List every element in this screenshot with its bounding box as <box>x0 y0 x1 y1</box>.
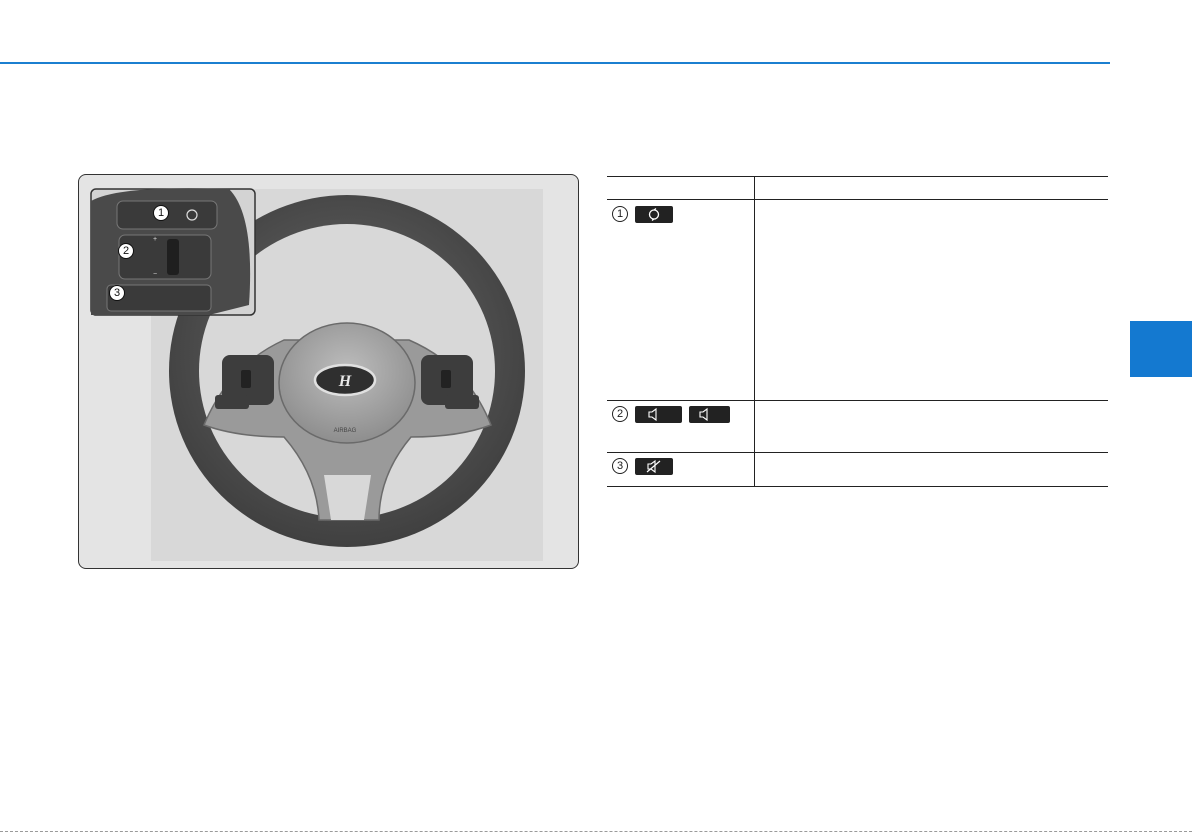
table-row-rule <box>607 400 1108 401</box>
table-row-rule <box>607 452 1108 453</box>
row-number: 3 <box>612 458 628 474</box>
left-volume-roller <box>241 370 251 388</box>
mode-icon <box>635 206 673 223</box>
row-number: 2 <box>612 406 628 422</box>
footer-rule <box>0 831 1192 832</box>
volume-up-icon <box>635 406 682 423</box>
table-column-rule <box>754 176 755 487</box>
logo-letter: H <box>338 373 352 390</box>
callout-3: 3 <box>109 285 125 301</box>
table-bottom-rule <box>607 486 1108 487</box>
inset-volume-plus: + <box>153 236 157 243</box>
header-rule <box>0 62 1110 64</box>
right-lower-keys <box>445 395 479 409</box>
volume-down-icon <box>689 406 730 423</box>
inset-volume-key <box>118 234 212 280</box>
callout-2: 2 <box>118 243 134 259</box>
row-number: 1 <box>612 206 628 222</box>
callout-1: 1 <box>153 205 169 221</box>
table-header-rule <box>607 199 1108 200</box>
steering-wheel-drawing: H AIRBAG + − <box>90 188 543 561</box>
left-mute-key <box>215 395 249 409</box>
lower-spoke-gap <box>324 475 371 520</box>
chapter-tab <box>1130 321 1192 377</box>
mute-icon <box>635 458 673 475</box>
steering-wheel-figure: H AIRBAG + − 1 2 3 <box>78 174 579 569</box>
table-top-rule <box>607 176 1108 177</box>
controls-table: 1 2 3 <box>607 176 1108 487</box>
inset-volume-roller <box>167 239 179 275</box>
inset-volume-minus: − <box>153 271 157 278</box>
right-roller <box>441 370 451 388</box>
airbag-label: AIRBAG <box>334 428 357 434</box>
